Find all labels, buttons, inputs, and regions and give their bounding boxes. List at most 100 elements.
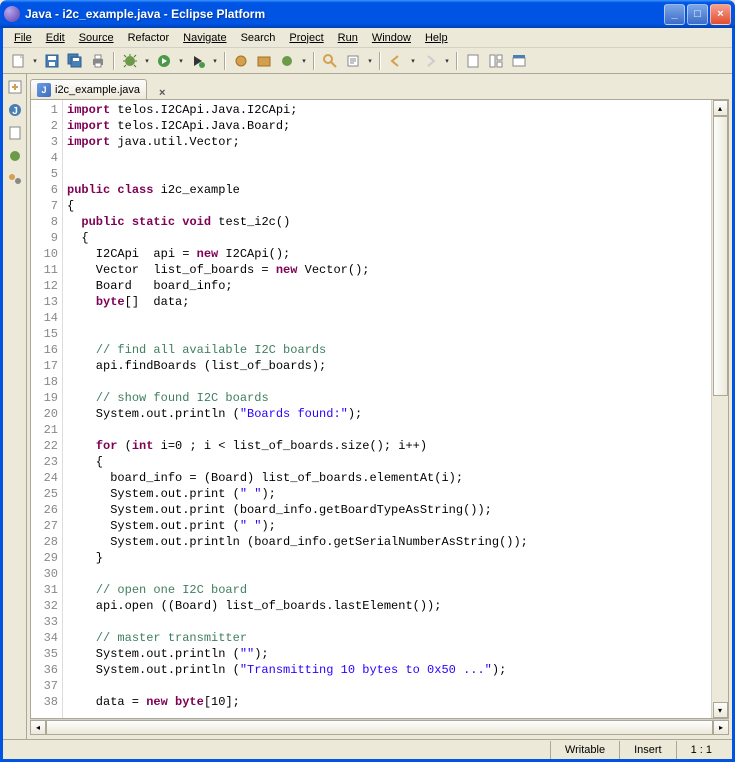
code-line[interactable]: System.out.println ("");	[67, 646, 707, 662]
code-line[interactable]: I2CApi api = new I2CApi();	[67, 246, 707, 262]
code-line[interactable]: public static void test_i2c()	[67, 214, 707, 230]
status-writable: Writable	[550, 741, 619, 759]
save-all-icon[interactable]	[64, 50, 86, 72]
code-line[interactable]	[67, 166, 707, 182]
line-number: 18	[31, 374, 58, 390]
debug-perspective-icon[interactable]	[5, 146, 25, 166]
code-line[interactable]: {	[67, 230, 707, 246]
close-button[interactable]: ×	[710, 4, 731, 25]
resource-perspective-icon[interactable]	[5, 123, 25, 143]
menu-run[interactable]: Run	[331, 30, 365, 46]
code-line[interactable]: data = new byte[10];	[67, 694, 707, 710]
code-line[interactable]: byte[] data;	[67, 294, 707, 310]
title-bar[interactable]: Java - i2c_example.java - Eclipse Platfo…	[0, 0, 735, 28]
code-line[interactable]: // show found I2C boards	[67, 390, 707, 406]
code-line[interactable]: // master transmitter	[67, 630, 707, 646]
code-editor[interactable]: 1234567891011121314151617181920212223242…	[30, 99, 729, 719]
save-icon[interactable]	[41, 50, 63, 72]
menu-help[interactable]: Help	[418, 30, 455, 46]
scroll-right-button[interactable]: ▸	[713, 720, 729, 735]
pin-icon[interactable]	[462, 50, 484, 72]
code-line[interactable]	[67, 310, 707, 326]
new-icon[interactable]	[7, 50, 29, 72]
toolbar-sep	[113, 52, 115, 70]
maximize-button[interactable]: □	[687, 4, 708, 25]
code-line[interactable]	[67, 422, 707, 438]
code-line[interactable]	[67, 326, 707, 342]
open-type-dropdown[interactable]: ▾	[299, 50, 309, 72]
code-line[interactable]: import telos.I2CApi.Java.Board;	[67, 118, 707, 134]
back-icon[interactable]	[385, 50, 407, 72]
menu-project[interactable]: Project	[282, 30, 330, 46]
vertical-scrollbar[interactable]: ▴ ▾	[711, 100, 728, 718]
code-line[interactable]	[67, 566, 707, 582]
debug-dropdown[interactable]: ▾	[142, 50, 152, 72]
minimize-button[interactable]: _	[664, 4, 685, 25]
code-line[interactable]: import java.util.Vector;	[67, 134, 707, 150]
new-package-icon[interactable]	[253, 50, 275, 72]
code-content[interactable]: import telos.I2CApi.Java.I2CApi;import t…	[63, 100, 711, 718]
code-line[interactable]	[67, 150, 707, 166]
scroll-left-button[interactable]: ◂	[30, 720, 46, 735]
maximize-view-icon[interactable]	[508, 50, 530, 72]
code-line[interactable]: for (int i=0 ; i < list_of_boards.size()…	[67, 438, 707, 454]
print-icon[interactable]	[87, 50, 109, 72]
menu-navigate[interactable]: Navigate	[176, 30, 233, 46]
menu-search[interactable]: Search	[234, 30, 283, 46]
code-line[interactable]: api.open ((Board) list_of_boards.lastEle…	[67, 598, 707, 614]
open-type-icon[interactable]	[276, 50, 298, 72]
line-number: 10	[31, 246, 58, 262]
code-line[interactable]	[67, 678, 707, 694]
run-dropdown[interactable]: ▾	[176, 50, 186, 72]
code-line[interactable]: Board board_info;	[67, 278, 707, 294]
code-line[interactable]	[67, 374, 707, 390]
code-line[interactable]: System.out.print (board_info.getBoardTyp…	[67, 502, 707, 518]
scroll-down-button[interactable]: ▾	[713, 702, 728, 718]
menu-file[interactable]: File	[7, 30, 39, 46]
hscroll-thumb[interactable]	[46, 720, 713, 735]
open-perspective-icon[interactable]	[5, 77, 25, 97]
code-line[interactable]: // find all available I2C boards	[67, 342, 707, 358]
back-dropdown[interactable]: ▾	[408, 50, 418, 72]
run-icon[interactable]	[153, 50, 175, 72]
code-line[interactable]: System.out.println (board_info.getSerial…	[67, 534, 707, 550]
scroll-up-button[interactable]: ▴	[713, 100, 728, 116]
new-class-icon[interactable]	[230, 50, 252, 72]
annotation-dropdown[interactable]: ▾	[365, 50, 375, 72]
code-line[interactable]: Vector list_of_boards = new Vector();	[67, 262, 707, 278]
tab-close-button[interactable]: ×	[155, 87, 169, 99]
code-line[interactable]: System.out.print (" ");	[67, 486, 707, 502]
horizontal-scrollbar[interactable]: ◂ ▸	[30, 719, 729, 736]
tab-i2c-example[interactable]: J i2c_example.java	[30, 79, 147, 100]
perspective-icon[interactable]	[485, 50, 507, 72]
forward-icon[interactable]	[419, 50, 441, 72]
menu-refactor[interactable]: Refactor	[121, 30, 177, 46]
code-line[interactable]: System.out.println ("Boards found:");	[67, 406, 707, 422]
new-dropdown[interactable]: ▾	[30, 50, 40, 72]
code-line[interactable]: {	[67, 454, 707, 470]
scroll-track[interactable]	[712, 396, 728, 702]
run-last-icon[interactable]	[187, 50, 209, 72]
debug-icon[interactable]	[119, 50, 141, 72]
annotation-icon[interactable]	[342, 50, 364, 72]
code-line[interactable]: api.findBoards (list_of_boards);	[67, 358, 707, 374]
code-line[interactable]	[67, 614, 707, 630]
code-line[interactable]: System.out.println ("Transmitting 10 byt…	[67, 662, 707, 678]
menu-edit[interactable]: Edit	[39, 30, 72, 46]
search-icon[interactable]	[319, 50, 341, 72]
code-line[interactable]: }	[67, 550, 707, 566]
code-line[interactable]: board_info = (Board) list_of_boards.elem…	[67, 470, 707, 486]
line-number: 13	[31, 294, 58, 310]
code-line[interactable]: public class i2c_example	[67, 182, 707, 198]
code-line[interactable]: {	[67, 198, 707, 214]
scroll-thumb[interactable]	[713, 116, 728, 396]
team-perspective-icon[interactable]	[5, 169, 25, 189]
code-line[interactable]: // open one I2C board	[67, 582, 707, 598]
code-line[interactable]: import telos.I2CApi.Java.I2CApi;	[67, 102, 707, 118]
menu-source[interactable]: Source	[72, 30, 121, 46]
code-line[interactable]: System.out.print (" ");	[67, 518, 707, 534]
run-last-dropdown[interactable]: ▾	[210, 50, 220, 72]
menu-window[interactable]: Window	[365, 30, 418, 46]
forward-dropdown[interactable]: ▾	[442, 50, 452, 72]
java-perspective-icon[interactable]: J	[5, 100, 25, 120]
